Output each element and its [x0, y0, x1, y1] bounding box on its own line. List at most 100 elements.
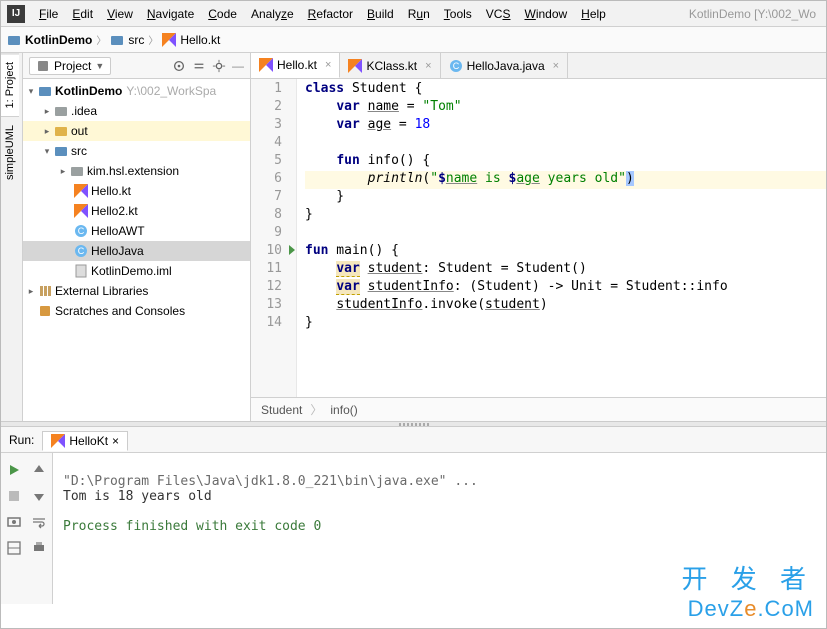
tree-package[interactable]: ▸ kim.hsl.extension [23, 161, 250, 181]
tree-scratches[interactable]: Scratches and Consoles [23, 301, 250, 321]
tree-src[interactable]: ▾ src [23, 141, 250, 161]
menu-bar: IJ File Edit View Navigate Code Analyze … [1, 1, 826, 27]
menu-refactor[interactable]: Refactor [302, 4, 359, 24]
src-folder-icon [54, 144, 68, 158]
menu-build[interactable]: Build [361, 4, 400, 24]
locate-icon[interactable] [172, 59, 186, 73]
out-folder-icon [54, 124, 68, 138]
code-editor[interactable]: 1 2 3 4 5 6 7 8 9 10 11 12 13 14 class S… [251, 79, 826, 397]
scratches-icon [38, 304, 52, 318]
project-folder-icon [7, 33, 21, 47]
rerun-icon[interactable] [6, 462, 22, 478]
java-class-icon: C [74, 244, 88, 258]
tree-idea[interactable]: ▸ .idea [23, 101, 250, 121]
chevron-down-icon: ▼ [95, 61, 104, 71]
run-toolbar [1, 453, 53, 604]
code-content[interactable]: class Student { var name = "Tom" var age… [297, 79, 826, 397]
tool-tab-project[interactable]: 1: Project [1, 53, 19, 116]
kotlin-file-icon [162, 33, 176, 47]
project-folder-icon [38, 84, 52, 98]
menu-window[interactable]: Window [518, 4, 573, 24]
chevron-right-icon[interactable]: ▸ [41, 126, 53, 137]
tab-hellojava-java[interactable]: C HelloJava.java × [441, 53, 568, 78]
print-icon[interactable] [31, 540, 47, 556]
chevron-right-icon: 〉 [148, 32, 158, 47]
tree-root[interactable]: ▾ KotlinDemo Y:\002_WorkSpa [23, 81, 250, 101]
close-icon[interactable]: × [553, 60, 559, 72]
project-panel-header: Project ▼ — [23, 53, 250, 79]
run-output[interactable]: "D:\Program Files\Java\jdk1.8.0_221\bin\… [53, 453, 826, 604]
folder-icon [54, 104, 68, 118]
tab-kclass-kt[interactable]: KClass.kt × [340, 53, 440, 78]
menu-tools[interactable]: Tools [438, 4, 478, 24]
close-icon[interactable]: × [325, 59, 331, 71]
editor-tabs: Hello.kt × KClass.kt × C HelloJava.java … [251, 53, 826, 79]
bc-function[interactable]: info() [330, 403, 357, 417]
project-panel: Project ▼ — ▾ KotlinDemo Y:\002_WorkSpa … [23, 53, 251, 421]
chevron-right-icon[interactable]: ▸ [57, 166, 69, 177]
run-panel-header: Run: HelloKt × [1, 427, 826, 453]
chevron-down-icon[interactable]: ▾ [41, 146, 53, 157]
tree-external-libs[interactable]: ▸ External Libraries [23, 281, 250, 301]
menu-view[interactable]: View [101, 4, 139, 24]
svg-text:C: C [78, 246, 85, 256]
close-icon[interactable]: × [425, 60, 431, 72]
breadcrumb-file[interactable]: Hello.kt [162, 33, 220, 47]
java-class-icon: C [449, 59, 463, 73]
screenshot-icon[interactable] [6, 514, 22, 530]
menu-help[interactable]: Help [575, 4, 612, 24]
run-label: Run: [9, 433, 34, 447]
soft-wrap-icon[interactable] [31, 514, 47, 530]
tab-hello-kt[interactable]: Hello.kt × [251, 53, 340, 78]
svg-text:C: C [452, 61, 459, 71]
gear-icon[interactable] [212, 59, 226, 73]
menu-file[interactable]: File [33, 4, 64, 24]
horizontal-splitter[interactable] [1, 421, 826, 427]
menu-run[interactable]: Run [402, 4, 436, 24]
window-title-hint: KotlinDemo [Y:\002_Wo [689, 7, 820, 21]
iml-file-icon [74, 264, 88, 278]
kotlin-file-icon [74, 204, 88, 218]
project-icon [36, 59, 50, 73]
kotlin-file-icon [348, 59, 362, 73]
tree-file-hellojava[interactable]: C HelloJava [23, 241, 250, 261]
close-icon[interactable]: × [112, 434, 119, 448]
breadcrumb-root[interactable]: KotlinDemo [7, 33, 92, 47]
expand-icon[interactable] [192, 59, 206, 73]
up-icon[interactable] [31, 462, 47, 478]
chevron-right-icon: 〉 [310, 401, 322, 418]
menu-navigate[interactable]: Navigate [141, 4, 200, 24]
kotlin-file-icon [51, 434, 65, 448]
nav-breadcrumbs: KotlinDemo 〉 src 〉 Hello.kt [1, 27, 826, 53]
chevron-right-icon[interactable]: ▸ [41, 106, 53, 117]
menu-vcs[interactable]: VCS [480, 4, 517, 24]
project-view-dropdown[interactable]: Project ▼ [29, 57, 111, 75]
tree-file-hello2[interactable]: Hello2.kt [23, 201, 250, 221]
bc-class[interactable]: Student [261, 403, 302, 417]
run-panel: Run: HelloKt × "D:\Program Files\Java\jd… [1, 427, 826, 604]
app-logo-icon: IJ [7, 5, 25, 23]
library-icon [38, 284, 52, 298]
hide-panel-icon[interactable]: — [232, 59, 244, 73]
down-icon[interactable] [31, 488, 47, 504]
chevron-down-icon[interactable]: ▾ [25, 86, 37, 97]
editor-breadcrumb: Student 〉 info() [251, 397, 826, 421]
tree-file-iml[interactable]: KotlinDemo.iml [23, 261, 250, 281]
run-tab-hellokt[interactable]: HelloKt × [42, 431, 128, 451]
menu-code[interactable]: Code [202, 4, 243, 24]
run-gutter-icon[interactable] [289, 245, 295, 255]
kotlin-file-icon [259, 58, 273, 72]
chevron-right-icon[interactable]: ▸ [25, 286, 37, 297]
tree-file-awt[interactable]: C HelloAWT [23, 221, 250, 241]
menu-analyze[interactable]: Analyze [245, 4, 300, 24]
project-tree[interactable]: ▾ KotlinDemo Y:\002_WorkSpa ▸ .idea ▸ ou… [23, 79, 250, 421]
menu-edit[interactable]: Edit [66, 4, 99, 24]
stop-icon[interactable] [6, 488, 22, 504]
gutter[interactable]: 1 2 3 4 5 6 7 8 9 10 11 12 13 14 [251, 79, 297, 397]
tree-out[interactable]: ▸ out [23, 121, 250, 141]
src-folder-icon [110, 33, 124, 47]
tree-file-hello[interactable]: Hello.kt [23, 181, 250, 201]
breadcrumb-src[interactable]: src [110, 33, 144, 47]
tool-tab-simpleuml[interactable]: simpleUML [1, 116, 19, 188]
layout-icon[interactable] [6, 540, 22, 556]
